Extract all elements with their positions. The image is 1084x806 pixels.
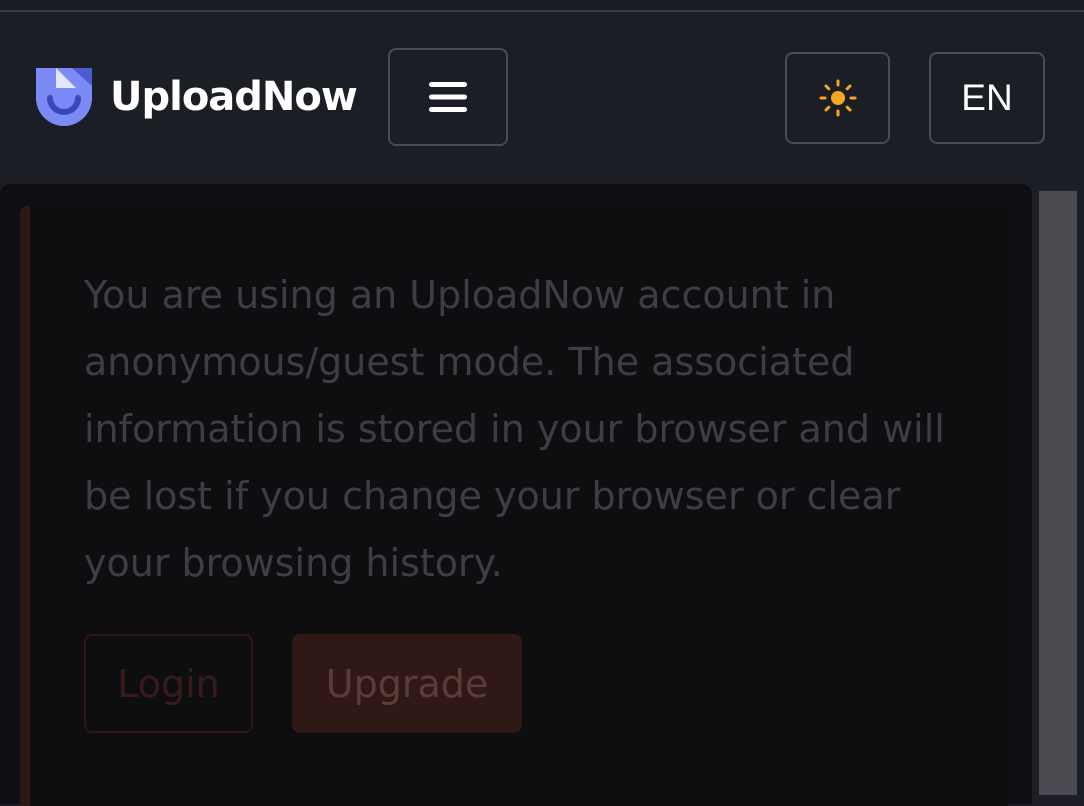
login-button[interactable]: Login	[84, 634, 253, 733]
top-navbar: UploadNow EN	[0, 12, 1084, 184]
language-button[interactable]: EN	[929, 52, 1045, 144]
upgrade-button[interactable]: Upgrade	[292, 634, 522, 733]
hamburger-menu-icon	[429, 82, 467, 112]
guest-mode-message: You are using an UploadNow account in an…	[84, 273, 945, 585]
sun-icon	[819, 79, 856, 117]
theme-toggle-button[interactable]	[785, 52, 890, 144]
window-top-edge	[0, 0, 1084, 12]
uploadnow-logo-icon[interactable]	[32, 64, 96, 128]
scrollbar-thumb[interactable]	[1039, 191, 1077, 795]
menu-button[interactable]	[388, 48, 508, 146]
brand-name[interactable]: UploadNow	[110, 72, 358, 122]
